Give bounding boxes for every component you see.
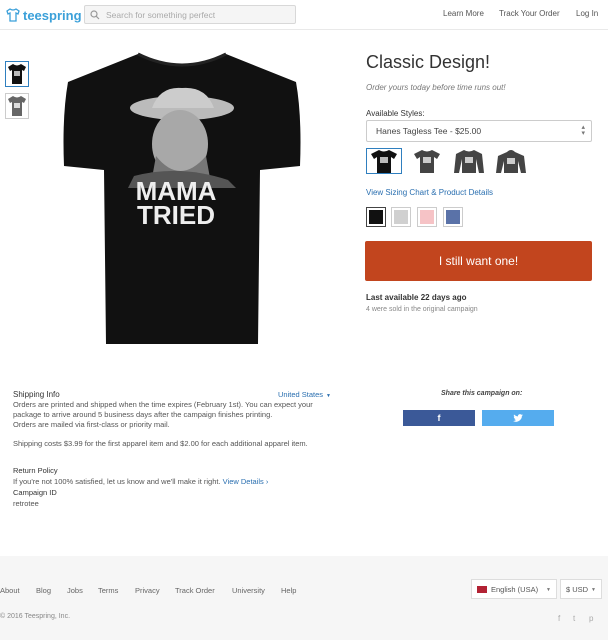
style-select[interactable]: Hanes Tagless Tee - $25.00 ▴ ▾ xyxy=(366,120,592,142)
return-policy-text: If you're not 100% satisfied, let us kno… xyxy=(13,477,268,486)
swatch-fill xyxy=(446,210,460,224)
return-policy-link[interactable]: View Details xyxy=(223,477,264,486)
search-icon xyxy=(90,9,100,19)
style-option-longsleeve[interactable] xyxy=(451,148,487,174)
chevron-right-icon: › xyxy=(263,477,269,486)
tshirt-thumbnail-black xyxy=(8,64,26,84)
select-arrows-icon: ▴ ▾ xyxy=(581,124,585,137)
pinterest-icon[interactable]: p xyxy=(589,614,593,623)
tshirt-logo-icon xyxy=(6,8,20,22)
caret-down-icon: ▼ xyxy=(546,587,551,593)
nav-learn-more[interactable]: Learn More xyxy=(443,9,484,18)
shipping-cost-text: Shipping costs $3.99 for the first appar… xyxy=(13,439,308,448)
tshirt-style-icon xyxy=(414,150,440,173)
currency-value: $ USD xyxy=(566,584,589,594)
color-swatch-pink[interactable] xyxy=(417,207,437,227)
footer-link-about[interactable]: About xyxy=(0,586,20,595)
style-option-hoodie[interactable] xyxy=(493,148,529,174)
caret-down-icon: ▼ xyxy=(326,393,331,399)
facebook-icon[interactable]: f xyxy=(558,614,560,623)
last-available-prefix: Last available xyxy=(366,293,419,302)
shipping-title: Shipping Info xyxy=(13,390,60,399)
shipping-text-1: Orders are printed and shipped when the … xyxy=(13,400,313,409)
search-box[interactable] xyxy=(84,5,296,24)
sizing-chart-link[interactable]: View Sizing Chart & Product Details xyxy=(366,188,493,197)
color-swatch-blue[interactable] xyxy=(443,207,463,227)
brand-name: teespring xyxy=(23,7,82,23)
copyright-text: © 2016 Teespring, Inc. xyxy=(0,613,71,620)
footer-link-blog[interactable]: Blog xyxy=(36,586,51,595)
shirt-print-line2: TRIED xyxy=(137,200,215,230)
footer-link-terms[interactable]: Terms xyxy=(98,586,118,595)
campaign-id-value: retrotee xyxy=(13,499,39,508)
swatch-fill xyxy=(420,210,434,224)
teespring-logo[interactable]: teespring xyxy=(6,6,82,24)
footer-link-track-order[interactable]: Track Order xyxy=(175,586,215,595)
thumbnail-front[interactable] xyxy=(5,61,29,87)
facebook-icon: f xyxy=(437,413,441,423)
country-select[interactable]: United States ▼ xyxy=(278,390,331,399)
share-title: Share this campaign on: xyxy=(441,390,523,397)
style-option-tee[interactable] xyxy=(366,148,402,174)
style-select-value: Hanes Tagless Tee - $25.00 xyxy=(376,126,482,136)
twitter-icon xyxy=(513,414,523,422)
currency-select[interactable]: $ USD ▼ xyxy=(560,579,602,599)
buy-button[interactable]: I still want one! xyxy=(365,241,592,281)
caret-down-icon: ▼ xyxy=(591,587,596,593)
product-image: MAMA TRIED xyxy=(63,52,301,344)
swatch-fill xyxy=(369,210,383,224)
language-value: English (USA) xyxy=(491,584,539,594)
last-available: Last available 22 days ago xyxy=(366,293,467,302)
style-option-tee-grey[interactable] xyxy=(409,148,445,174)
footer-link-university[interactable]: University xyxy=(232,586,265,595)
longsleeve-style-icon xyxy=(454,150,484,173)
site-header: teespring Learn More Track Your Order Lo… xyxy=(0,0,608,30)
tshirt-thumbnail-grey xyxy=(8,96,26,116)
nav-track-order[interactable]: Track Your Order xyxy=(499,9,560,18)
color-swatch-grey[interactable] xyxy=(391,207,411,227)
campaign-id-title: Campaign ID xyxy=(13,488,57,497)
tshirt-style-icon xyxy=(371,150,397,173)
footer-link-jobs[interactable]: Jobs xyxy=(67,586,83,595)
swatch-fill xyxy=(394,210,408,224)
return-policy-body: If you're not 100% satisfied, let us kno… xyxy=(13,477,221,486)
shipping-text-3: Orders are mailed via first-class or pri… xyxy=(13,420,170,429)
thumbnail-grey[interactable] xyxy=(5,93,29,119)
language-select[interactable]: English (USA) ▼ xyxy=(471,579,557,599)
footer-link-help[interactable]: Help xyxy=(281,586,296,595)
shipping-text-2: package to arrive around 5 business days… xyxy=(13,410,273,419)
twitter-share-button[interactable] xyxy=(482,410,554,426)
facebook-share-button[interactable]: f xyxy=(403,410,475,426)
us-flag-icon xyxy=(477,585,487,593)
nav-login[interactable]: Log In xyxy=(576,9,598,18)
product-title: Classic Design! xyxy=(366,52,491,72)
footer-link-privacy[interactable]: Privacy xyxy=(135,586,160,595)
color-swatch-black[interactable] xyxy=(366,207,386,227)
country-value: United States xyxy=(278,390,324,399)
twitter-icon[interactable]: t xyxy=(573,614,575,623)
hoodie-style-icon xyxy=(496,150,526,173)
sold-count-text: 4 were sold in the original campaign xyxy=(366,306,478,313)
product-subtitle: Order yours today before time runs out! xyxy=(366,83,506,92)
styles-label: Available Styles: xyxy=(366,109,425,118)
search-input[interactable] xyxy=(106,9,286,20)
return-policy-title: Return Policy xyxy=(13,466,58,475)
last-available-value: 22 days ago xyxy=(420,293,467,302)
